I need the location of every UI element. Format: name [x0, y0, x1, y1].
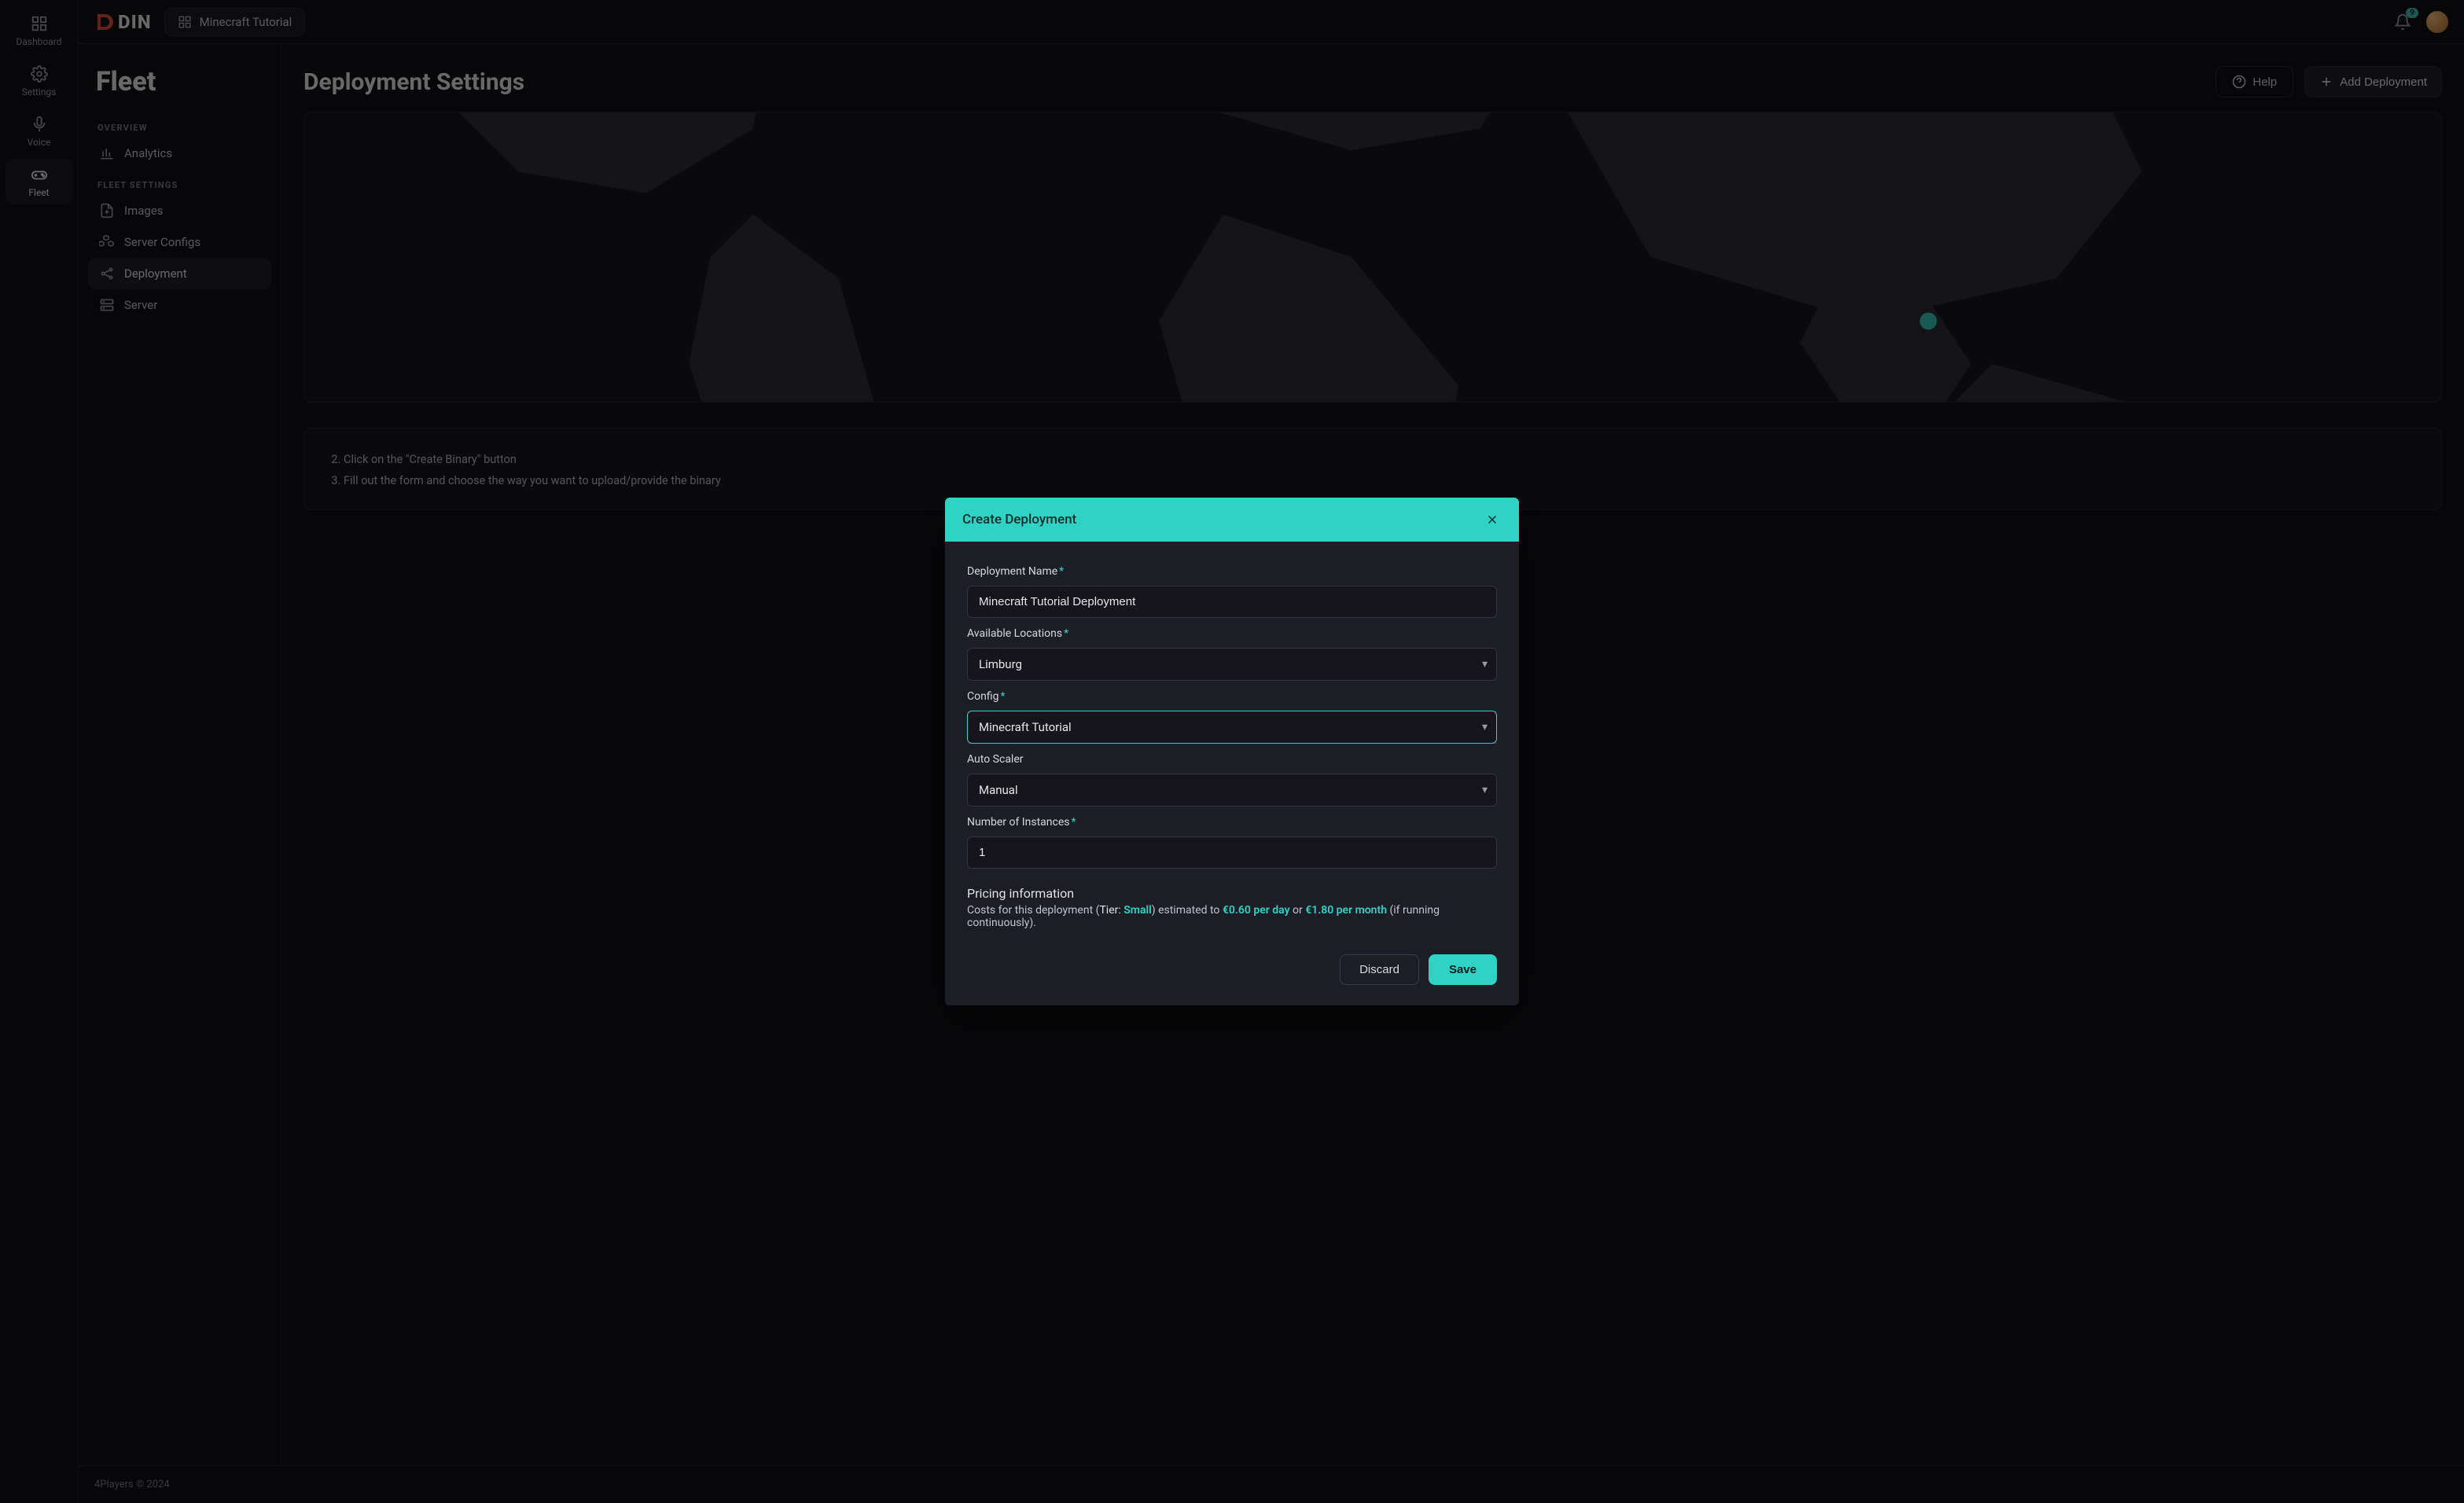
modal-close-button[interactable]	[1483, 510, 1502, 529]
label-config: Config*	[967, 690, 1497, 703]
select-auto-scaler[interactable]: Manual	[967, 774, 1497, 807]
label-auto-scaler: Auto Scaler	[967, 753, 1497, 766]
input-number-of-instances[interactable]	[967, 836, 1497, 869]
label-deployment-name: Deployment Name*	[967, 565, 1497, 578]
close-icon	[1485, 513, 1499, 527]
label-available-locations: Available Locations*	[967, 627, 1497, 640]
select-available-locations[interactable]: Limburg	[967, 648, 1497, 681]
label-number-of-instances: Number of Instances*	[967, 816, 1497, 829]
pricing-heading: Pricing information	[967, 886, 1497, 901]
create-deployment-modal: Create Deployment Deployment Name* Avail…	[945, 498, 1519, 1005]
input-deployment-name[interactable]	[967, 586, 1497, 618]
save-button[interactable]: Save	[1429, 954, 1497, 985]
select-config[interactable]: Minecraft Tutorial	[967, 711, 1497, 744]
pricing-information: Pricing information Costs for this deplo…	[967, 886, 1497, 929]
modal-title: Create Deployment	[962, 512, 1076, 527]
discard-button[interactable]: Discard	[1340, 954, 1419, 985]
modal-overlay[interactable]: Create Deployment Deployment Name* Avail…	[0, 0, 2464, 1503]
